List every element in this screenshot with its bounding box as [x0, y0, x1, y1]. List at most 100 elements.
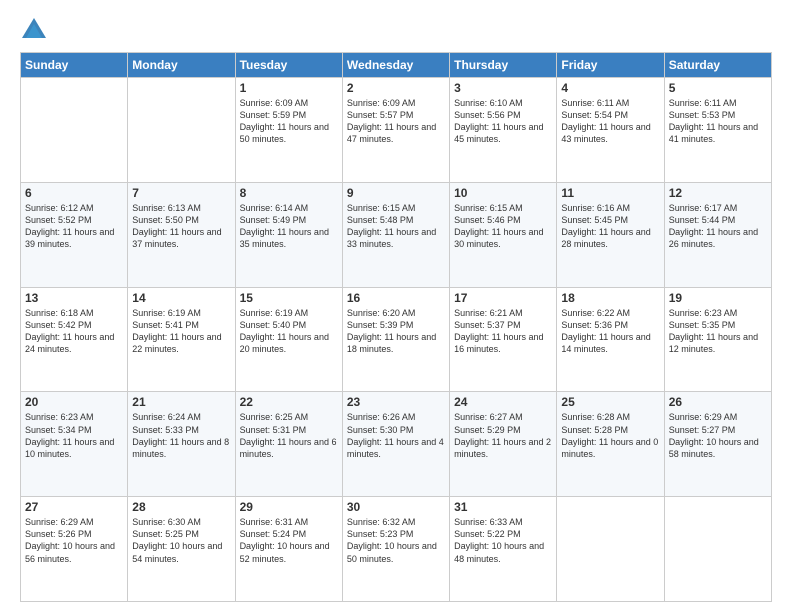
calendar-cell: 11 Sunrise: 6:16 AM Sunset: 5:45 PM Dayli… [557, 182, 664, 287]
day-content: Sunrise: 6:31 AM Sunset: 5:24 PM Dayligh… [240, 516, 338, 565]
calendar-cell: 16 Sunrise: 6:20 AM Sunset: 5:39 PM Dayli… [342, 287, 449, 392]
logo-icon [20, 16, 48, 44]
calendar-cell: 4Sunrise: 6:11 AM Sunset: 5:54 PM Daylig… [557, 78, 664, 183]
day-number: 4 [561, 81, 659, 95]
day-number: 1 [240, 81, 338, 95]
calendar-cell [128, 78, 235, 183]
day-content: Sunrise: 6:26 AM Sunset: 5:30 PM Dayligh… [347, 411, 445, 460]
day-content: Sunrise: 6:11 AM Sunset: 5:53 PM Dayligh… [669, 97, 767, 146]
day-number: 29 [240, 500, 338, 514]
calendar-cell: 21 Sunrise: 6:24 AM Sunset: 5:33 PM Dayli… [128, 392, 235, 497]
calendar-cell: 30 Sunrise: 6:32 AM Sunset: 5:23 PM Dayli… [342, 497, 449, 602]
day-number: 22 [240, 395, 338, 409]
day-content: Sunrise: 6:18 AM Sunset: 5:42 PM Dayligh… [25, 307, 123, 356]
day-content: Sunrise: 6:10 AM Sunset: 5:56 PM Dayligh… [454, 97, 552, 146]
calendar-cell: 27 Sunrise: 6:29 AM Sunset: 5:26 PM Dayli… [21, 497, 128, 602]
day-number: 19 [669, 291, 767, 305]
day-number: 6 [25, 186, 123, 200]
week-row-5: 27 Sunrise: 6:29 AM Sunset: 5:26 PM Dayli… [21, 497, 772, 602]
day-content: Sunrise: 6:30 AM Sunset: 5:25 PM Dayligh… [132, 516, 230, 565]
calendar-cell [664, 497, 771, 602]
day-number: 25 [561, 395, 659, 409]
header-day-wednesday: Wednesday [342, 53, 449, 78]
calendar-cell [557, 497, 664, 602]
day-number: 5 [669, 81, 767, 95]
day-content: Sunrise: 6:17 AM Sunset: 5:44 PM Dayligh… [669, 202, 767, 251]
calendar-body: 1 Sunrise: 6:09 AM Sunset: 5:59 PM Daylig… [21, 78, 772, 602]
day-content: Sunrise: 6:32 AM Sunset: 5:23 PM Dayligh… [347, 516, 445, 565]
day-number: 31 [454, 500, 552, 514]
day-content: Sunrise: 6:15 AM Sunset: 5:48 PM Dayligh… [347, 202, 445, 251]
day-content: Sunrise: 6:23 AM Sunset: 5:34 PM Dayligh… [25, 411, 123, 460]
day-number: 15 [240, 291, 338, 305]
calendar-cell: 25 Sunrise: 6:28 AM Sunset: 5:28 PM Dayli… [557, 392, 664, 497]
day-content: Sunrise: 6:09 AM Sunset: 5:59 PM Dayligh… [240, 97, 338, 146]
day-content: Sunrise: 6:16 AM Sunset: 5:45 PM Dayligh… [561, 202, 659, 251]
header-day-monday: Monday [128, 53, 235, 78]
day-number: 21 [132, 395, 230, 409]
day-content: Sunrise: 6:14 AM Sunset: 5:49 PM Dayligh… [240, 202, 338, 251]
day-content: Sunrise: 6:19 AM Sunset: 5:41 PM Dayligh… [132, 307, 230, 356]
day-number: 14 [132, 291, 230, 305]
day-content: Sunrise: 6:24 AM Sunset: 5:33 PM Dayligh… [132, 411, 230, 460]
calendar-cell: 3 Sunrise: 6:10 AM Sunset: 5:56 PM Daylig… [450, 78, 557, 183]
header-day-thursday: Thursday [450, 53, 557, 78]
day-number: 9 [347, 186, 445, 200]
day-number: 13 [25, 291, 123, 305]
day-number: 16 [347, 291, 445, 305]
day-content: Sunrise: 6:23 AM Sunset: 5:35 PM Dayligh… [669, 307, 767, 356]
calendar-cell: 13 Sunrise: 6:18 AM Sunset: 5:42 PM Dayli… [21, 287, 128, 392]
header-day-sunday: Sunday [21, 53, 128, 78]
day-content: Sunrise: 6:09 AM Sunset: 5:57 PM Dayligh… [347, 97, 445, 146]
day-number: 26 [669, 395, 767, 409]
logo [20, 16, 52, 44]
day-content: Sunrise: 6:12 AM Sunset: 5:52 PM Dayligh… [25, 202, 123, 251]
calendar-table: SundayMondayTuesdayWednesdayThursdayFrid… [20, 52, 772, 602]
calendar-cell: 31 Sunrise: 6:33 AM Sunset: 5:22 PM Dayli… [450, 497, 557, 602]
day-number: 3 [454, 81, 552, 95]
day-number: 30 [347, 500, 445, 514]
calendar-cell: 28Sunrise: 6:30 AM Sunset: 5:25 PM Dayli… [128, 497, 235, 602]
day-number: 8 [240, 186, 338, 200]
day-number: 11 [561, 186, 659, 200]
week-row-1: 1 Sunrise: 6:09 AM Sunset: 5:59 PM Daylig… [21, 78, 772, 183]
day-content: Sunrise: 6:28 AM Sunset: 5:28 PM Dayligh… [561, 411, 659, 460]
calendar-cell: 6 Sunrise: 6:12 AM Sunset: 5:52 PM Daylig… [21, 182, 128, 287]
calendar-cell: 20 Sunrise: 6:23 AM Sunset: 5:34 PM Dayli… [21, 392, 128, 497]
header [20, 16, 772, 44]
calendar-cell: 5 Sunrise: 6:11 AM Sunset: 5:53 PM Daylig… [664, 78, 771, 183]
calendar-cell: 24Sunrise: 6:27 AM Sunset: 5:29 PM Dayli… [450, 392, 557, 497]
day-content: Sunrise: 6:29 AM Sunset: 5:27 PM Dayligh… [669, 411, 767, 460]
day-number: 27 [25, 500, 123, 514]
calendar-cell: 15 Sunrise: 6:19 AM Sunset: 5:40 PM Dayli… [235, 287, 342, 392]
calendar-cell: 1 Sunrise: 6:09 AM Sunset: 5:59 PM Daylig… [235, 78, 342, 183]
header-day-saturday: Saturday [664, 53, 771, 78]
day-content: Sunrise: 6:29 AM Sunset: 5:26 PM Dayligh… [25, 516, 123, 565]
day-content: Sunrise: 6:25 AM Sunset: 5:31 PM Dayligh… [240, 411, 338, 460]
day-number: 20 [25, 395, 123, 409]
day-content: Sunrise: 6:19 AM Sunset: 5:40 PM Dayligh… [240, 307, 338, 356]
calendar-cell: 17 Sunrise: 6:21 AM Sunset: 5:37 PM Dayli… [450, 287, 557, 392]
calendar-cell: 14 Sunrise: 6:19 AM Sunset: 5:41 PM Dayli… [128, 287, 235, 392]
calendar-cell: 26 Sunrise: 6:29 AM Sunset: 5:27 PM Dayli… [664, 392, 771, 497]
header-day-tuesday: Tuesday [235, 53, 342, 78]
week-row-2: 6 Sunrise: 6:12 AM Sunset: 5:52 PM Daylig… [21, 182, 772, 287]
day-number: 10 [454, 186, 552, 200]
day-content: Sunrise: 6:27 AM Sunset: 5:29 PM Dayligh… [454, 411, 552, 460]
calendar-cell [21, 78, 128, 183]
calendar-cell: 18Sunrise: 6:22 AM Sunset: 5:36 PM Dayli… [557, 287, 664, 392]
calendar-cell: 29 Sunrise: 6:31 AM Sunset: 5:24 PM Dayli… [235, 497, 342, 602]
day-content: Sunrise: 6:33 AM Sunset: 5:22 PM Dayligh… [454, 516, 552, 565]
day-content: Sunrise: 6:15 AM Sunset: 5:46 PM Dayligh… [454, 202, 552, 251]
day-number: 18 [561, 291, 659, 305]
calendar-cell: 12Sunrise: 6:17 AM Sunset: 5:44 PM Dayli… [664, 182, 771, 287]
day-number: 23 [347, 395, 445, 409]
day-content: Sunrise: 6:20 AM Sunset: 5:39 PM Dayligh… [347, 307, 445, 356]
calendar-cell: 22 Sunrise: 6:25 AM Sunset: 5:31 PM Dayli… [235, 392, 342, 497]
day-number: 7 [132, 186, 230, 200]
day-number: 17 [454, 291, 552, 305]
page: SundayMondayTuesdayWednesdayThursdayFrid… [0, 0, 792, 612]
calendar-cell: 7Sunrise: 6:13 AM Sunset: 5:50 PM Daylig… [128, 182, 235, 287]
day-content: Sunrise: 6:21 AM Sunset: 5:37 PM Dayligh… [454, 307, 552, 356]
calendar-cell: 8 Sunrise: 6:14 AM Sunset: 5:49 PM Daylig… [235, 182, 342, 287]
